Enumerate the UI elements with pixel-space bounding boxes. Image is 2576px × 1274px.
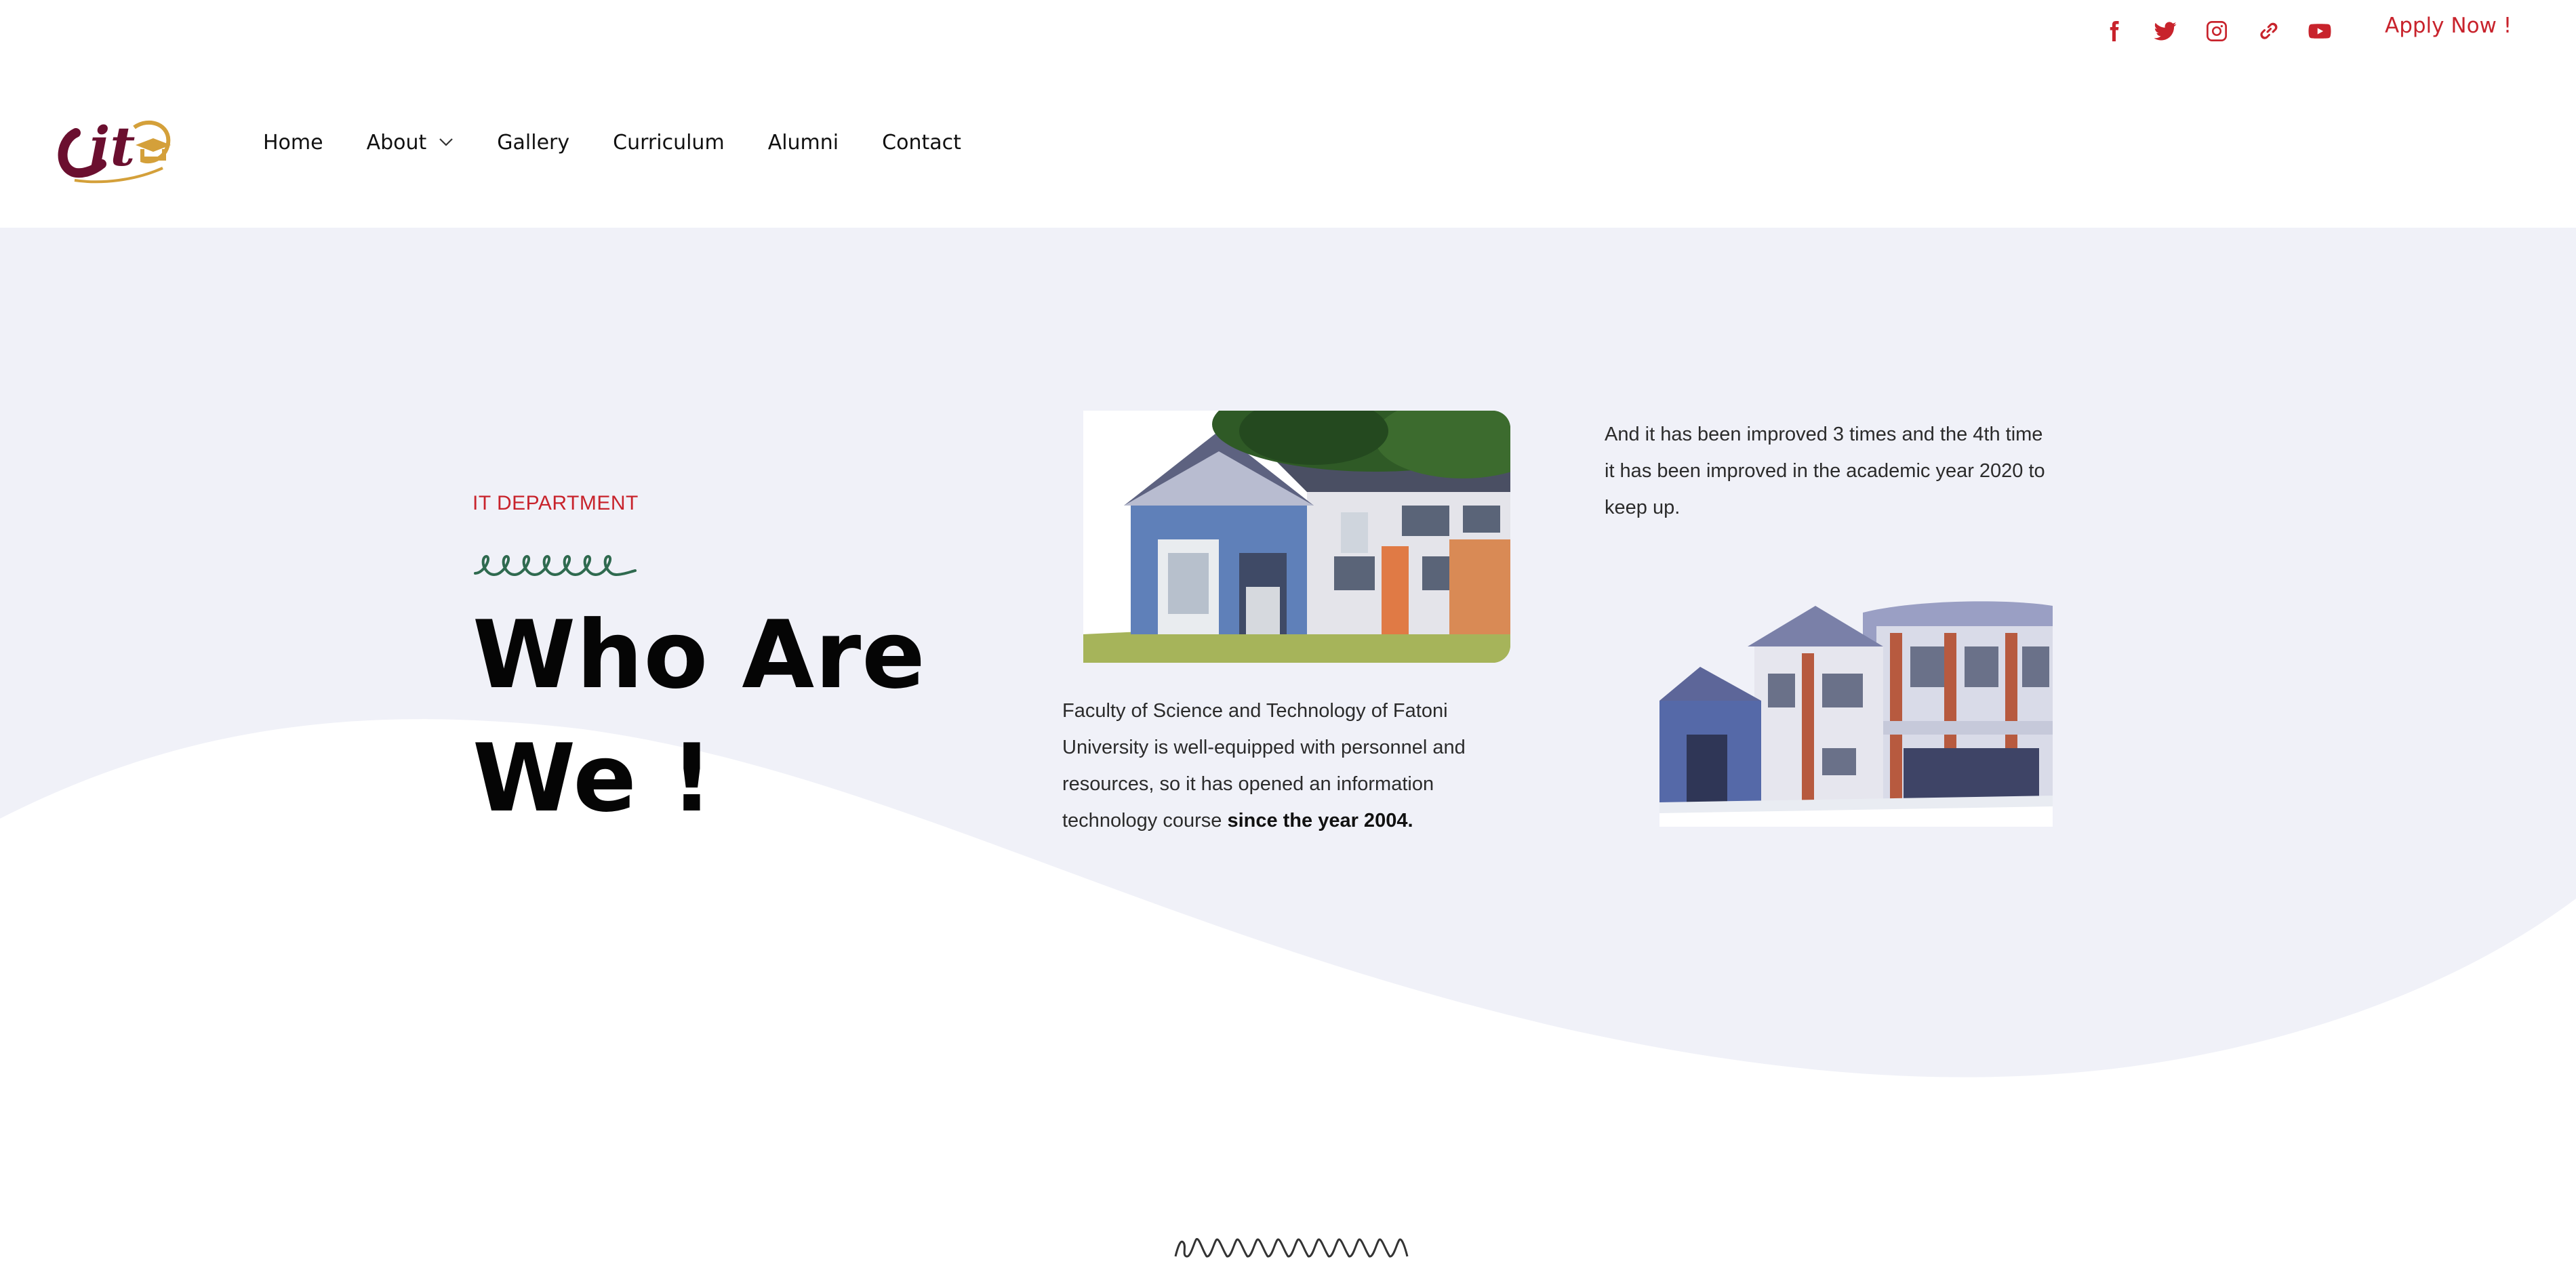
youtube-link[interactable]	[2294, 15, 2346, 47]
nav-home[interactable]: Home	[241, 126, 345, 159]
link-icon	[2260, 22, 2278, 39]
twitter-link[interactable]	[2139, 15, 2191, 47]
building-photo-1-image	[1083, 411, 1510, 663]
instagram-link[interactable]	[2191, 15, 2242, 47]
section-headline: Who Are We !	[472, 594, 947, 840]
nav-about-label: About	[366, 130, 427, 155]
chevron-down-icon	[439, 138, 454, 146]
nav-about[interactable]: About	[345, 126, 476, 159]
apply-now-button[interactable]: Apply Now !	[2385, 14, 2512, 38]
logo-text: it	[89, 115, 135, 178]
nav-contact[interactable]: Contact	[860, 126, 983, 159]
section-eyebrow: IT DEPARTMENT	[472, 492, 639, 514]
faculty-description-year: since the year 2004.	[1227, 810, 1413, 831]
who-are-we-section: IT DEPARTMENT Who Are We ! Faculty of Sc…	[0, 228, 2576, 1274]
site-logo[interactable]: it	[54, 107, 178, 186]
site-header: it Home About Gallery Curriculum Alumni …	[0, 61, 2576, 228]
nav-curriculum[interactable]: Curriculum	[591, 126, 746, 159]
headline-line-1: Who Are	[472, 600, 926, 710]
facebook-link[interactable]	[2088, 15, 2139, 47]
top-utility-bar: Apply Now !	[0, 0, 2576, 61]
twitter-icon	[2154, 22, 2177, 41]
faculty-description: Faculty of Science and Technology of Fat…	[1062, 693, 1510, 839]
building-photo-2-image	[1659, 599, 2053, 827]
building-photo-2	[1659, 599, 2053, 827]
bottom-squiggle-divider	[1174, 1237, 1409, 1258]
youtube-icon	[2308, 24, 2331, 39]
squiggle-divider	[474, 555, 637, 577]
headline-line-2: We !	[472, 724, 714, 833]
nav-alumni[interactable]: Alumni	[746, 126, 860, 159]
nav-gallery[interactable]: Gallery	[475, 126, 591, 159]
facebook-icon	[2110, 21, 2119, 41]
social-links	[2088, 15, 2346, 47]
improvement-description: And it has been improved 3 times and the…	[1605, 424, 2045, 518]
main-nav: Home About Gallery Curriculum Alumni Con…	[241, 126, 983, 159]
instagram-icon	[2207, 21, 2227, 41]
website-link[interactable]	[2242, 15, 2294, 47]
building-photo-1	[1083, 411, 1510, 663]
